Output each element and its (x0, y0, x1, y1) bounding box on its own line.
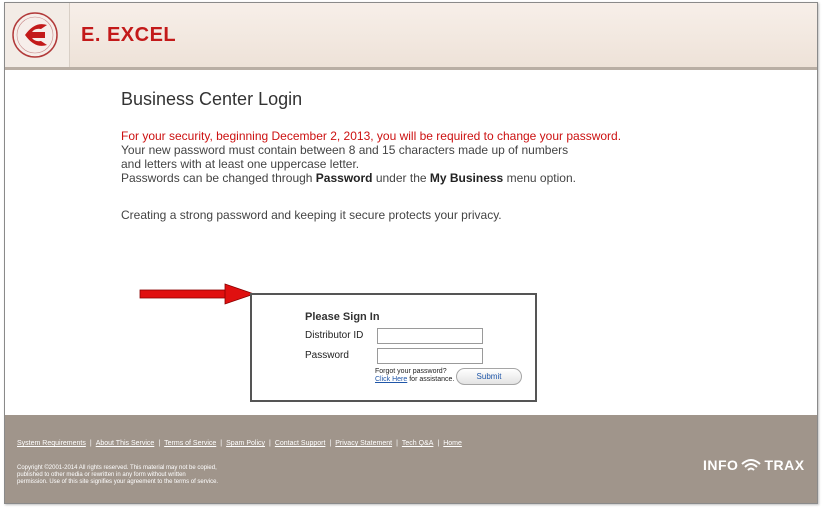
brand-name: E. EXCEL (81, 24, 177, 46)
security-notice: For your security, beginning December 2,… (121, 129, 621, 185)
header: E. EXCEL (5, 3, 817, 67)
footer-separator: | (396, 440, 398, 447)
infotrax-logo-right: TRAX (764, 457, 805, 473)
footer-link-spam-policy[interactable]: Spam Policy (226, 440, 265, 447)
notice-line: Your new password must contain between 8… (121, 143, 569, 157)
password-label: Password (305, 350, 349, 361)
notice-red-text: For your security, beginning December 2,… (121, 129, 622, 143)
forgot-password-help: Click Here for assistance. (375, 376, 454, 384)
forgot-password-text: Forgot your password? Click Here for ass… (375, 368, 454, 384)
notice-text: Passwords can be changed through (121, 171, 316, 185)
footer-links: System Requirements | About This Service | T… (17, 440, 462, 447)
distributor-id-label: Distributor ID (305, 330, 364, 341)
footer-separator: | (437, 440, 440, 447)
footer-link-terms-of-service[interactable]: Terms of Service (164, 440, 216, 447)
copyright-line: permission. Use of this site signifies y… (17, 479, 219, 485)
password-menu-text: Password (315, 171, 373, 185)
copyright-line: published to other media or rewritten in… (17, 472, 186, 478)
notice-line: Passwords can be changed through Passwor… (121, 171, 621, 185)
footer-link-about-this-service[interactable]: About This Service (96, 440, 155, 447)
footer: System Requirements | About This Service | T… (5, 415, 817, 503)
red-arrow-icon (139, 283, 255, 305)
footer-link-system-requirements[interactable]: System Requirements (17, 440, 86, 447)
my-business-menu-text: My Business (429, 171, 504, 185)
distributor-id-input[interactable] (377, 328, 483, 344)
footer-separator: | (220, 440, 223, 447)
e-excel-logo-icon[interactable] (11, 11, 59, 59)
assistance-text: for assistance. (407, 376, 455, 383)
footer-link-privacy-statement[interactable]: Privacy Statement (335, 440, 392, 447)
infotrax-logo-left: INFO (703, 457, 739, 473)
notice-text: under the (372, 171, 430, 185)
privacy-text: Creating a strong password and keeping i… (121, 208, 502, 222)
forgot-password-question: Forgot your password? (375, 368, 447, 375)
page-title: Business Center Login (121, 89, 303, 109)
page-frame: E. EXCEL Business Center Login For your … (4, 2, 818, 504)
notice-text: menu option. (503, 171, 576, 185)
sign-in-box: Please Sign In Distributor ID Password F… (250, 293, 537, 402)
footer-link-contact-support[interactable]: Contact Support (275, 440, 326, 447)
copyright-line: Copyright ©2001-2014 All rights reserved… (17, 465, 217, 471)
footer-separator: | (269, 440, 271, 447)
footer-separator: | (89, 440, 92, 447)
infotrax-logo[interactable]: INFO TRAX (703, 457, 805, 473)
header-divider (5, 67, 817, 70)
click-here-link[interactable]: Click Here (375, 376, 407, 383)
sign-in-heading: Please Sign In (305, 311, 380, 323)
infotrax-logo-icon (741, 459, 762, 471)
copyright-notice: Copyright ©2001-2014 All rights reserved… (17, 465, 337, 486)
logo-container (5, 3, 70, 67)
submit-button[interactable]: Submit (456, 368, 522, 385)
notice-line: and letters with at least one uppercase … (121, 157, 360, 171)
footer-separator: | (158, 440, 161, 447)
password-input[interactable] (377, 348, 483, 364)
footer-link-home[interactable]: Home (443, 440, 462, 447)
footer-separator: | (329, 440, 332, 447)
footer-link-tech-qa[interactable]: Tech Q&A (402, 440, 434, 447)
